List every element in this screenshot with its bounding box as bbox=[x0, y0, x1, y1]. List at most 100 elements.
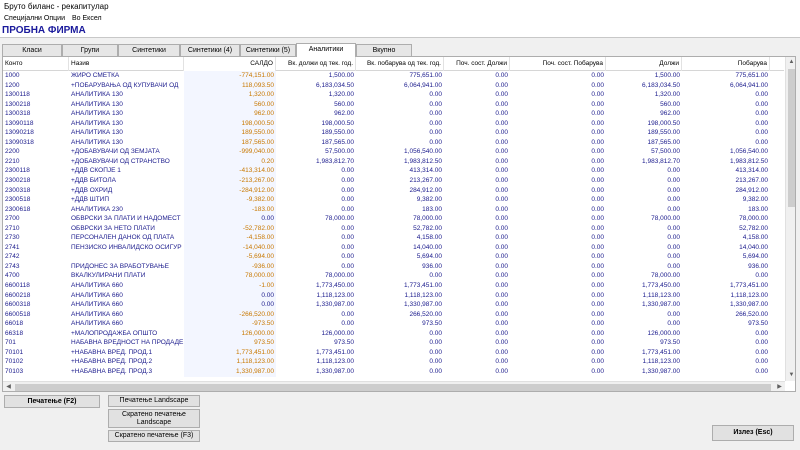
cell-opening-debit: 0.00 bbox=[495, 272, 508, 280]
cell-debit-year: 0.00 bbox=[341, 243, 354, 251]
cell-opening-debit: 0.00 bbox=[495, 367, 508, 375]
table-row[interactable]: 6600218 АНАЛИТИКА 660 0.00 1,118,123.00 1,11… bbox=[3, 290, 784, 301]
cell-naziv: АНАЛИТИКА 660 bbox=[71, 310, 123, 318]
cell-credit: 0.00 bbox=[755, 91, 768, 99]
cell-opening-credit: 0.00 bbox=[591, 177, 604, 185]
cell-credit: 266,520.00 bbox=[735, 310, 768, 318]
cell-opening-debit: 0.00 bbox=[495, 119, 508, 127]
table-row[interactable]: 2300618 АНАЛИТИКА 230 -183.00 0.00 183.00 0.0… bbox=[3, 204, 784, 215]
table-row[interactable]: 70103 +НАБАВНА ВРЕД. ПРОД.3 1,330,987.00 1,… bbox=[3, 366, 784, 377]
vertical-scroll-thumb[interactable] bbox=[788, 69, 795, 207]
short-print-button[interactable]: Скратено печатење (F3) bbox=[108, 430, 200, 442]
scroll-right-icon[interactable]: ▶ bbox=[774, 382, 785, 391]
col-header-credit-year[interactable]: Вк. побарува од тек. год. bbox=[356, 57, 444, 71]
table-row[interactable]: 6600118 АНАЛИТИКА 660 -1.00 1,773,450.00 1,7… bbox=[3, 281, 784, 291]
tab-analytics[interactable]: Аналитики bbox=[296, 43, 356, 57]
scroll-left-icon[interactable]: ◀ bbox=[3, 382, 14, 391]
table-row[interactable]: 1300118 АНАЛИТИКА 130 1,320.00 1,320.00 0.00… bbox=[3, 90, 784, 100]
tab-synthetics-5[interactable]: Синтетики (5) bbox=[240, 44, 296, 56]
col-header-credit[interactable]: Побарува bbox=[682, 57, 770, 71]
table-row[interactable]: 13090118 АНАЛИТИКА 130 198,000.50 198,000.5… bbox=[3, 118, 784, 129]
scroll-up-icon[interactable]: ▲ bbox=[786, 57, 795, 68]
cell-naziv: АНАЛИТИКА 230 bbox=[71, 205, 123, 213]
table-row[interactable]: 2710 ОБВРСКИ ЗА НЕТО ПЛАТИ -52,782.00 0.00 5… bbox=[3, 223, 784, 234]
table-row[interactable]: 66018 АНАЛИТИКА 660 -973.50 0.00 973.50 0.00 0… bbox=[3, 319, 784, 329]
horizontal-scrollbar[interactable]: ◀ ▶ bbox=[3, 381, 785, 391]
table-row[interactable]: 13090318 АНАЛИТИКА 130 187,565.00 187,565.0… bbox=[3, 137, 784, 148]
cell-debit-year: 0.00 bbox=[341, 205, 354, 213]
table-row[interactable]: 1200 +ПОБАРУВАЊА ОД КУПУВАЧИ ОД 118,093.50… bbox=[3, 80, 784, 91]
table-row[interactable]: 6600518 АНАЛИТИКА 660 -266,520.00 0.00 266,5… bbox=[3, 309, 784, 320]
table-row[interactable]: 2300218 +ДДВ БИТОЛА -213,267.00 0.00 213,267… bbox=[3, 176, 784, 186]
table-row[interactable]: 1300318 АНАЛИТИКА 130 962.00 962.00 0.00 0.00… bbox=[3, 109, 784, 119]
cell-naziv: НАБАВНА ВРЕДНОСТ НА ПРОДАДЕ bbox=[71, 339, 184, 347]
data-grid[interactable]: Конто Назив САЛДО Вк. должи од тек. год.… bbox=[2, 56, 796, 392]
table-row[interactable]: 1000 ЖИРО СМЕТКА -774,151.00 1,500.00 775,65… bbox=[3, 71, 784, 81]
cell-credit: 1,983,812.50 bbox=[730, 157, 768, 165]
table-row[interactable]: 701 НАБАВНА ВРЕДНОСТ НА ПРОДАДЕ 973.50 973.… bbox=[3, 338, 784, 348]
cell-saldo: -1.00 bbox=[184, 281, 276, 291]
table-row[interactable]: 2300518 +ДДВ ШТИП -9,382.00 0.00 9,382.00 0.0… bbox=[3, 195, 784, 205]
cell-credit-year: 0.00 bbox=[429, 138, 442, 146]
cell-credit-year: 183.00 bbox=[422, 205, 442, 213]
col-header-konto[interactable]: Конто bbox=[3, 57, 69, 71]
menu-special-options[interactable]: Специјални Опции bbox=[4, 13, 65, 24]
cell-saldo: -5,694.00 bbox=[184, 252, 276, 262]
table-row[interactable]: 70101 +НАБАВНА ВРЕД. ПРОД.1 1,773,451.00 1,… bbox=[3, 347, 784, 358]
cell-saldo: 1,773,451.00 bbox=[184, 347, 276, 358]
cell-opening-credit: 0.00 bbox=[591, 310, 604, 318]
cell-credit-year: 0.00 bbox=[429, 339, 442, 347]
cell-saldo: 1,118,123.00 bbox=[184, 357, 276, 367]
cell-opening-debit: 0.00 bbox=[495, 234, 508, 242]
table-row[interactable]: 2700 ОБВРСКИ ЗА ПЛАТИ И НАДОМЕСТ 0.00 78,00… bbox=[3, 214, 784, 224]
col-header-opening-credit[interactable]: Поч. сост. Побарува bbox=[510, 57, 606, 71]
col-header-opening-debit[interactable]: Поч. сост. Должи bbox=[444, 57, 510, 71]
scroll-down-icon[interactable]: ▼ bbox=[786, 370, 795, 381]
table-row[interactable]: 2730 ПЕРСОНАЛЕН ДАНОК ОД ПЛАТА -4,158.00 0.… bbox=[3, 233, 784, 243]
table-row[interactable]: 6600318 АНАЛИТИКА 660 0.00 1,330,987.00 1,33… bbox=[3, 300, 784, 310]
table-row[interactable]: 1300218 АНАЛИТИКА 130 560.00 560.00 0.00 0.00… bbox=[3, 99, 784, 110]
cell-debit-year: 0.00 bbox=[341, 177, 354, 185]
tab-groups[interactable]: Групи bbox=[62, 44, 118, 56]
short-print-landscape-button[interactable]: Скратено печатење Landscape bbox=[108, 409, 200, 428]
cell-opening-debit: 0.00 bbox=[495, 167, 508, 175]
cell-debit: 0.00 bbox=[667, 310, 680, 318]
tab-total[interactable]: Вкупно bbox=[356, 44, 412, 56]
menu-to-excel[interactable]: Во Ексел bbox=[72, 13, 102, 24]
cell-credit-year: 0.00 bbox=[429, 358, 442, 366]
cell-naziv: ПЕРСОНАЛЕН ДАНОК ОД ПЛАТА bbox=[71, 234, 175, 242]
cell-debit-year: 78,000.00 bbox=[325, 272, 354, 280]
table-row[interactable]: 2300318 +ДДВ ОХРИД -284,912.00 0.00 284,912.… bbox=[3, 185, 784, 196]
table-row[interactable]: 13090218 АНАЛИТИКА 130 189,550.00 189,550.0… bbox=[3, 128, 784, 138]
table-row[interactable]: 2742 -5,694.00 0.00 5,694.00 0.00 0.00 0.00 5,6… bbox=[3, 252, 784, 262]
print-landscape-button[interactable]: Печатење Landscape bbox=[108, 395, 200, 407]
table-row[interactable]: 4700 ВКАЛКУЛИРАНИ ПЛАТИ 78,000.00 78,000.00… bbox=[3, 271, 784, 282]
cell-debit-year: 189,550.00 bbox=[321, 129, 354, 137]
print-button[interactable]: Печатење (F2) bbox=[4, 395, 100, 408]
cell-opening-debit: 0.00 bbox=[495, 282, 508, 290]
col-header-naziv[interactable]: Назив bbox=[69, 57, 184, 71]
vertical-scrollbar[interactable]: ▲ ▼ bbox=[785, 57, 795, 381]
cell-saldo: 78,000.00 bbox=[184, 271, 276, 282]
table-row[interactable]: 2210 +ДОБАВУВАЧИ ОД СТРАНСТВО 0.20 1,983,81… bbox=[3, 156, 784, 167]
col-header-saldo[interactable]: САЛДО bbox=[184, 57, 276, 71]
tab-synthetics-4[interactable]: Синтетики (4) bbox=[180, 44, 240, 56]
cell-credit-year: 0.00 bbox=[429, 367, 442, 375]
cell-opening-credit: 0.00 bbox=[591, 272, 604, 280]
table-row[interactable]: 2741 ПЕНЗИСКО ИНВАЛИДСКО ОСИГУР -14,040.00… bbox=[3, 242, 784, 253]
table-row[interactable]: 2743 ПРИДОНЕС ЗА ВРАБОТУВАЊЕ -936.00 0.00 93… bbox=[3, 261, 784, 272]
table-row[interactable]: 2300118 +ДДВ СКОПЈЕ 1 -413,314.00 0.00 413,3… bbox=[3, 166, 784, 177]
tab-synthetics[interactable]: Синтетики bbox=[118, 44, 180, 56]
table-row[interactable]: 70102 +НАБАВНА ВРЕД. ПРОД.2 1,118,123.00 1,… bbox=[3, 357, 784, 367]
horizontal-scroll-thumb[interactable] bbox=[15, 384, 771, 391]
table-row[interactable]: 2200 +ДОБАВУВАЧИ ОД ЗЕМЈАТА -999,040.00 57,… bbox=[3, 147, 784, 157]
cell-naziv: +НАБАВНА ВРЕД. ПРОД.1 bbox=[71, 348, 153, 356]
cell-debit-year: 973.50 bbox=[334, 339, 354, 347]
col-header-debit[interactable]: Должи bbox=[606, 57, 682, 71]
table-row[interactable]: 66318 +МАЛОПРОДАЖБА ОПШТО 126,000.00 126,00… bbox=[3, 328, 784, 339]
cell-saldo: -284,912.00 bbox=[184, 185, 276, 196]
col-header-debit-year[interactable]: Вк. должи од тек. год. bbox=[276, 57, 356, 71]
cell-debit: 1,500.00 bbox=[654, 72, 680, 79]
tab-classes[interactable]: Класи bbox=[2, 44, 62, 56]
exit-button[interactable]: Излез (Esc) bbox=[712, 425, 794, 441]
